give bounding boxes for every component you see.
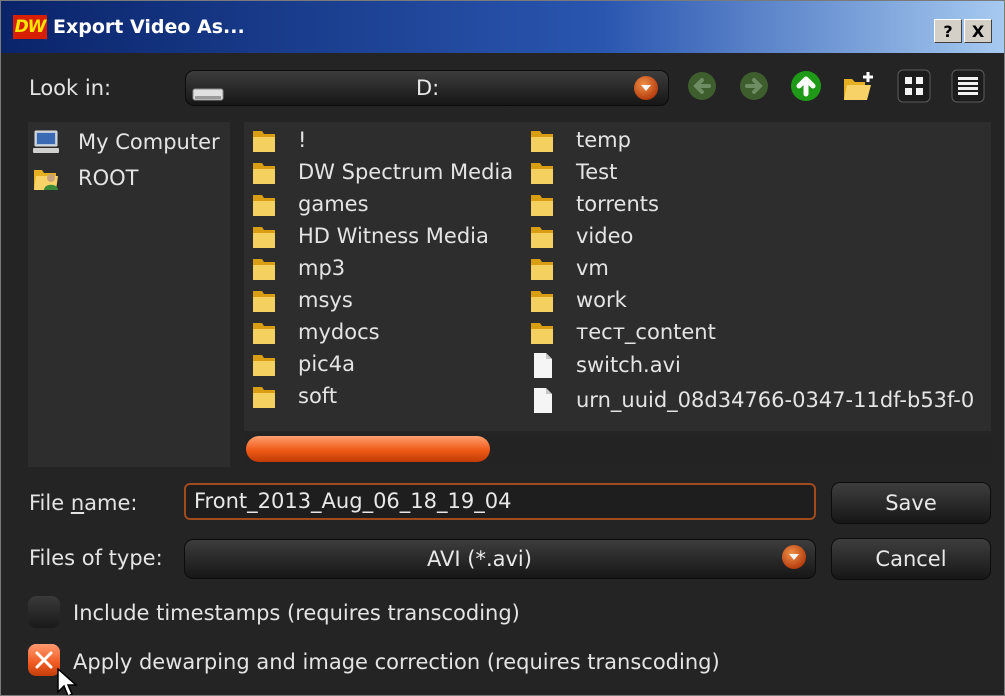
scrollbar-thumb[interactable]	[246, 436, 490, 462]
file-name: torrents	[576, 192, 659, 216]
horizontal-scrollbar[interactable]	[244, 434, 991, 464]
file-name: vm	[576, 256, 609, 280]
file-type-value: AVI (*.avi)	[427, 547, 532, 571]
file-name: msys	[298, 288, 353, 312]
drive-icon	[192, 88, 224, 101]
list-view-icon[interactable]	[897, 69, 931, 103]
folder-icon	[531, 259, 553, 280]
dewarping-checkbox[interactable]	[28, 644, 60, 676]
file-name: soft	[298, 384, 338, 408]
file-name: pic4a	[298, 352, 355, 376]
file-name: work	[576, 288, 627, 312]
folder-icon	[253, 291, 275, 312]
look-in-label: Look in:	[29, 76, 112, 100]
sidebar-item-label: My Computer	[78, 130, 220, 154]
look-in-value: D:	[416, 76, 440, 100]
folder-icon	[253, 323, 275, 344]
file-name: HD Witness Media	[298, 224, 489, 248]
file-icon	[534, 388, 552, 413]
new-folder-icon[interactable]	[841, 69, 875, 103]
cancel-button[interactable]: Cancel	[831, 538, 991, 580]
folder-icon	[253, 227, 275, 248]
mouse-cursor-icon	[57, 668, 78, 695]
file-name: !	[298, 128, 307, 152]
chevron-down-icon[interactable]	[634, 76, 658, 100]
folder-icon	[253, 163, 275, 184]
timestamps-label: Include timestamps (requires transcoding…	[73, 601, 520, 625]
file-name: games	[298, 192, 369, 216]
file-name: тест_content	[576, 320, 716, 344]
folder-icon	[531, 163, 553, 184]
folder-icon	[531, 291, 553, 312]
folder-icon	[531, 131, 553, 152]
file-name-label: File name:	[29, 491, 138, 515]
folder-icon	[253, 195, 275, 216]
folder-icon	[253, 355, 275, 376]
sidebar: My Computer ROOT	[28, 122, 230, 467]
sidebar-item-my-computer[interactable]: My Computer	[28, 125, 228, 159]
sidebar-item-label: ROOT	[78, 166, 139, 190]
file-name: mydocs	[298, 320, 380, 344]
chevron-down-icon[interactable]	[782, 545, 806, 569]
check-x-icon	[35, 651, 53, 669]
file-name: mp3	[298, 256, 346, 280]
dialog-title: Export Video As...	[53, 16, 245, 38]
sidebar-item-root[interactable]: ROOT	[28, 161, 228, 195]
save-button[interactable]: Save	[831, 482, 991, 524]
folder-icon	[531, 195, 553, 216]
folder-icon	[253, 387, 275, 408]
look-in-combo[interactable]: D:	[185, 70, 669, 106]
file-name: switch.avi	[576, 353, 681, 377]
file-list: ! DW Spectrum Media games HD Witness Med…	[244, 122, 991, 431]
file-icon	[534, 353, 552, 378]
folder-icon	[531, 227, 553, 248]
forward-arrow-icon[interactable]	[737, 69, 771, 103]
title-bar[interactable]: DW Export Video As... ? X	[1, 1, 1004, 53]
file-type-combo[interactable]: AVI (*.avi)	[184, 539, 816, 579]
file-name: urn_uuid_08d34766-0347-11df-b53f-0	[576, 388, 975, 412]
close-button[interactable]: X	[964, 19, 992, 43]
file-name: temp	[576, 128, 631, 152]
timestamps-checkbox[interactable]	[28, 596, 60, 628]
folder-icon	[253, 131, 275, 152]
file-name: DW Spectrum Media	[298, 160, 514, 184]
export-video-dialog: DW Export Video As... ? X Look in: D: My…	[0, 0, 1005, 696]
file-name: video	[576, 224, 634, 248]
file-name: Test	[576, 160, 618, 184]
folder-icon	[531, 323, 553, 344]
dw-logo-icon: DW	[13, 15, 47, 39]
file-type-label: Files of type:	[29, 546, 163, 570]
back-arrow-icon[interactable]	[685, 69, 719, 103]
folder-user-icon	[34, 170, 58, 190]
help-button[interactable]: ?	[934, 19, 962, 43]
file-name-input[interactable]: Front_2013_Aug_06_18_19_04	[184, 483, 816, 520]
computer-icon	[33, 130, 59, 153]
dewarping-label: Apply dewarping and image correction (re…	[73, 650, 720, 674]
folder-icon	[253, 259, 275, 280]
detail-view-icon[interactable]	[951, 69, 985, 103]
up-arrow-icon[interactable]	[789, 69, 823, 103]
